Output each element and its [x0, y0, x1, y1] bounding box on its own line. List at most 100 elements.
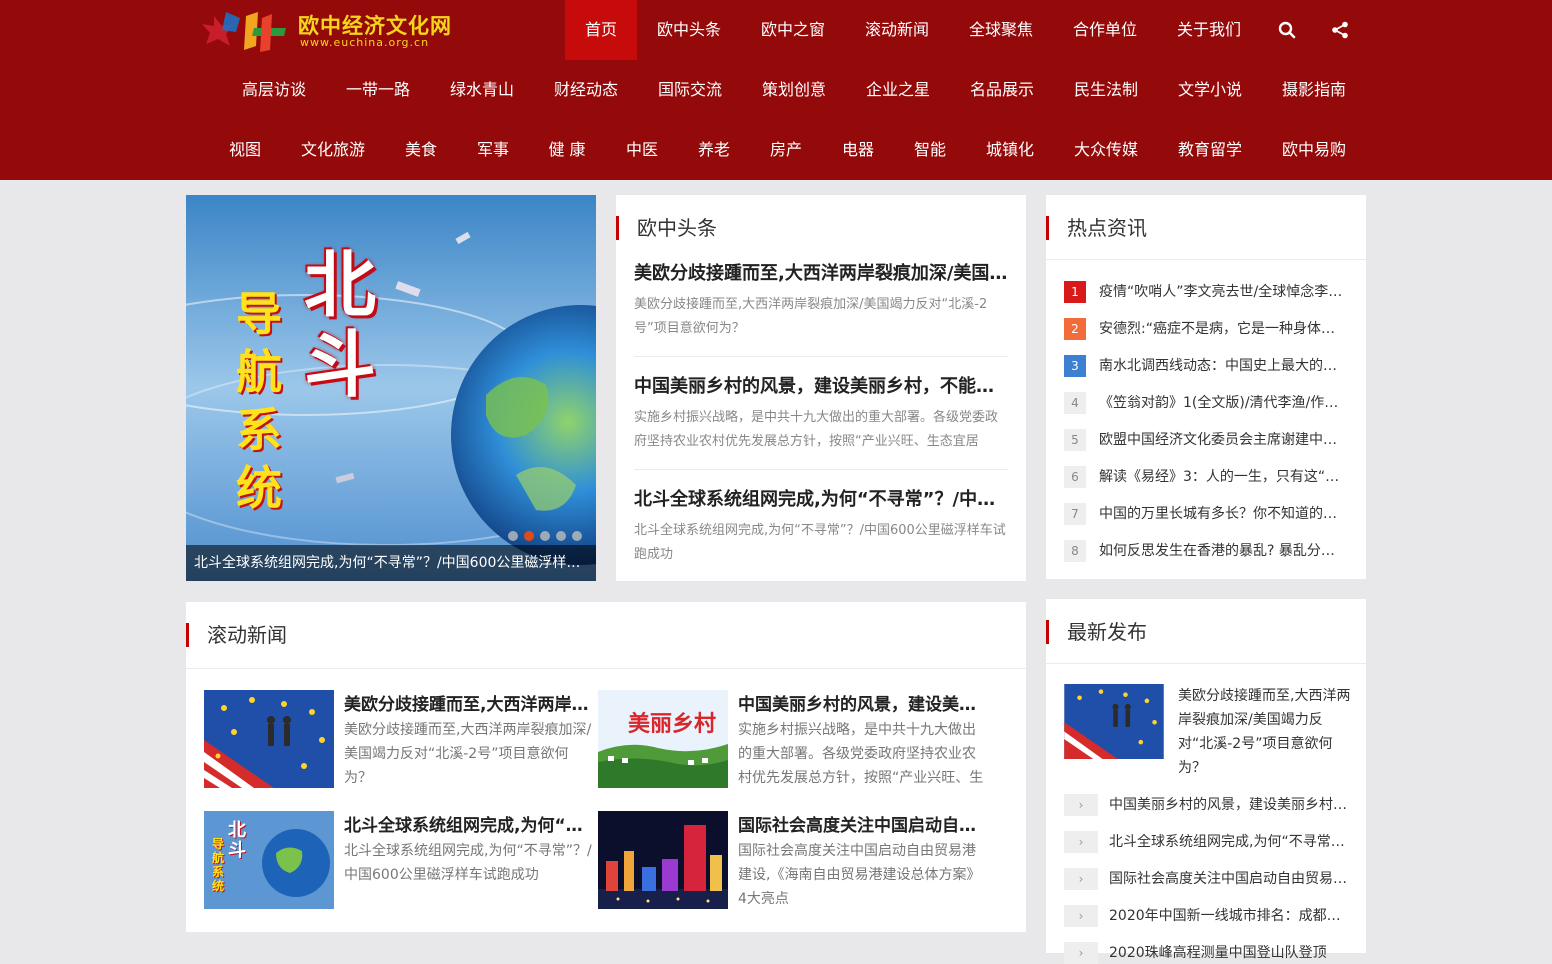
scroll-news-item[interactable]: 美欧分歧接踵而至,大西洋两岸裂痕加深 美欧分歧接踵而至,大西洋两岸裂痕加深/美国… [204, 690, 594, 790]
scroll-news-title-link[interactable]: 中国美丽乡村的风景，建设美丽乡村 [738, 690, 988, 715]
nav-shopping[interactable]: 欧中易购 [1282, 120, 1346, 180]
hot-news-text[interactable]: 疫情“吹哨人”李文亮去世/全球悼念李文亮 [1099, 281, 1344, 303]
nav-elderly-care[interactable]: 养老 [698, 120, 730, 180]
hot-news-item[interactable]: 7 中国的万里长城有多长？你不知道的长城秘密 [1064, 503, 1349, 525]
nav-tcm[interactable]: 中医 [626, 120, 658, 180]
slider-image-text-big: 北斗 [304, 243, 377, 407]
nav-international-exchange[interactable]: 国际交流 [658, 60, 722, 120]
nav-enterprise-stars[interactable]: 企业之星 [866, 60, 930, 120]
search-icon[interactable] [1277, 20, 1297, 40]
nav-appliances[interactable]: 电器 [842, 120, 874, 180]
hot-news-item[interactable]: 6 解读《易经》3：人的一生，只有这“三件事” [1064, 466, 1349, 488]
nav-photography[interactable]: 摄影指南 [1282, 60, 1346, 120]
headline-title[interactable]: 北斗全球系统组网完成,为何“不寻常”？/中国600公里磁浮样车试跑成功 [634, 485, 1008, 511]
headline-desc: 北斗全球系统组网完成,为何“不寻常”？/中国600公里磁浮样车试跑成功 [634, 523, 1006, 562]
latest-item-text[interactable]: 北斗全球系统组网完成,为何“不寻常”？ [1109, 831, 1349, 853]
latest-panel-title: 最新发布 [1046, 620, 1147, 644]
hot-news-text[interactable]: 安德烈:“癌症不是病，它是一种身体的自我保护” [1099, 318, 1344, 340]
nav-about[interactable]: 关于我们 [1157, 0, 1261, 60]
nav-creative[interactable]: 策划创意 [762, 60, 826, 120]
nav-food[interactable]: 美食 [405, 120, 437, 180]
latest-item-text[interactable]: 中国美丽乡村的风景，建设美丽乡村，不能忘记初心 [1109, 794, 1349, 816]
slider-dot-active[interactable] [524, 531, 534, 541]
nav-education[interactable]: 教育留学 [1178, 120, 1242, 180]
scroll-news-title-link[interactable]: 美欧分歧接踵而至,大西洋两岸裂痕加深 [344, 690, 594, 715]
latest-item-text[interactable]: 2020年中国新一线城市排名：成都领跑 [1109, 905, 1349, 927]
slider-dot[interactable] [508, 531, 518, 541]
rank-badge: 2 [1064, 318, 1086, 340]
beidou-thumbnail[interactable]: 北斗 导航系统 [204, 811, 334, 909]
latest-item[interactable]: › 2020年中国新一线城市排名：成都领跑 [1064, 905, 1354, 927]
latest-item[interactable]: › 中国美丽乡村的风景，建设美丽乡村，不能忘记初心 [1064, 794, 1354, 816]
nav-green-mountains[interactable]: 绿水青山 [450, 60, 514, 120]
slider-caption[interactable]: 北斗全球系统组网完成,为何“不寻常”？/中国600公里磁浮样车试跑成功 [186, 545, 596, 581]
nav-partners[interactable]: 合作单位 [1053, 0, 1157, 60]
latest-first-thumbnail[interactable] [1064, 684, 1164, 759]
nav-view[interactable]: 视图 [229, 120, 261, 180]
share-icon[interactable] [1330, 20, 1350, 40]
chevron-right-icon: › [1064, 831, 1098, 853]
nav-livelihood-law[interactable]: 民生法制 [1074, 60, 1138, 120]
hot-news-text[interactable]: 《笠翁对韵》1(全文版)/清代李渔/作者简介 [1099, 392, 1344, 414]
slider-dot[interactable] [556, 531, 566, 541]
nav-mass-media[interactable]: 大众传媒 [1074, 120, 1138, 180]
nav-finance[interactable]: 财经动态 [554, 60, 618, 120]
hot-news-item[interactable]: 3 南水北调西线动态：中国史上最大的水利工程 [1064, 355, 1349, 377]
site-header: 欧中经济文化网 www.euchina.org.cn 首页 欧中头条 欧中之窗 … [0, 0, 1552, 180]
latest-item[interactable]: › 国际社会高度关注中国启动自由贸易港建设 [1064, 868, 1354, 890]
hot-news-item[interactable]: 1 疫情“吹哨人”李文亮去世/全球悼念李文亮 [1064, 281, 1349, 303]
chevron-right-icon: › [1064, 942, 1098, 964]
nav-global-focus[interactable]: 全球聚焦 [949, 0, 1053, 60]
nav-brands[interactable]: 名品展示 [970, 60, 1034, 120]
rank-badge: 7 [1064, 503, 1086, 525]
nav-military[interactable]: 军事 [477, 120, 509, 180]
nav-headlines[interactable]: 欧中头条 [637, 0, 741, 60]
nav-urbanization[interactable]: 城镇化 [986, 120, 1034, 180]
panel-divider [1046, 663, 1366, 664]
hot-news-text[interactable]: 中国的万里长城有多长？你不知道的长城秘密 [1099, 503, 1344, 525]
latest-item[interactable]: › 2020珠峰高程测量中国登山队登顶 [1064, 942, 1354, 964]
nav-literature[interactable]: 文学小说 [1178, 60, 1242, 120]
latest-item[interactable]: › 北斗全球系统组网完成,为何“不寻常”？ [1064, 831, 1354, 853]
slider-image-text-vertical: 导航系统 [236, 287, 282, 515]
scroll-news-title-link[interactable]: 北斗全球系统组网完成,为何“不寻常” [344, 811, 594, 836]
nav-real-estate[interactable]: 房产 [770, 120, 802, 180]
latest-item-text[interactable]: 2020珠峰高程测量中国登山队登顶 [1109, 942, 1349, 964]
latest-first-text[interactable]: 美欧分歧接踵而至,大西洋两岸裂痕加深/美国竭力反对“北溪-2号”项目意欲何为？ [1178, 684, 1353, 780]
rank-badge: 6 [1064, 466, 1086, 488]
hot-news-title: 热点资讯 [1046, 216, 1147, 240]
hot-news-item[interactable]: 2 安德烈:“癌症不是病，它是一种身体的自我保护” [1064, 318, 1349, 340]
hot-news-text[interactable]: 如何反思发生在香港的暴乱? 暴乱分子的下场 [1099, 540, 1344, 562]
nav-culture-travel[interactable]: 文化旅游 [301, 120, 365, 180]
nav-belt-road[interactable]: 一带一路 [346, 60, 410, 120]
scroll-news-item[interactable]: 国际社会高度关注中国启动自由贸易港建设 国际社会高度关注中国启动自由贸易港建设,… [598, 811, 988, 911]
nav-scroll-news[interactable]: 滚动新闻 [845, 0, 949, 60]
scroll-news-item[interactable]: 北斗 导航系统 北斗全球系统组网完成,为何“不寻常” 北斗全球系统组网完成,为何… [204, 811, 594, 911]
featured-slider[interactable]: 北斗 导航系统 北斗全球系统组网完成,为何“不寻常”？/中国600公里磁浮样车试… [186, 195, 596, 581]
latest-item-text[interactable]: 国际社会高度关注中国启动自由贸易港建设 [1109, 868, 1349, 890]
hot-news-item[interactable]: 5 欧盟中国经济文化委员会主席谢建中先生 [1064, 429, 1349, 451]
headlines-panel: 欧中头条 美欧分歧接踵而至,大西洋两岸裂痕加深/美国竭力反对“北溪-2号”项目意… [616, 195, 1026, 581]
village-thumbnail[interactable]: 美丽乡村 [598, 690, 728, 788]
category-nav-row-1: 高层访谈 一带一路 绿水青山 财经动态 国际交流 策划创意 企业之星 名品展示 … [0, 60, 1552, 120]
headline-title[interactable]: 美欧分歧接踵而至,大西洋两岸裂痕加深/美国竭力反对“北溪-2号”项目意欲何为？ [634, 259, 1008, 285]
city-night-thumbnail[interactable] [598, 811, 728, 909]
slider-dot[interactable] [572, 531, 582, 541]
slider-dot[interactable] [540, 531, 550, 541]
hot-news-text[interactable]: 欧盟中国经济文化委员会主席谢建中先生 [1099, 429, 1344, 451]
hot-news-text[interactable]: 解读《易经》3：人的一生，只有这“三件事” [1099, 466, 1344, 488]
scroll-news-title-link[interactable]: 国际社会高度关注中国启动自由贸易港建设 [738, 811, 988, 836]
hot-news-item[interactable]: 4 《笠翁对韵》1(全文版)/清代李渔/作者简介 [1064, 392, 1349, 414]
headline-desc: 实施乡村振兴战略，是中共十九大做出的重大部署。各级党委政府坚持农业农村优先发展总… [634, 410, 999, 449]
hot-news-text[interactable]: 南水北调西线动态：中国史上最大的水利工程 [1099, 355, 1344, 377]
nav-health[interactable]: 健 康 [548, 120, 585, 180]
nav-high-level-interview[interactable]: 高层访谈 [242, 60, 306, 120]
hot-news-item[interactable]: 8 如何反思发生在香港的暴乱? 暴乱分子的下场 [1064, 540, 1349, 562]
scroll-news-item[interactable]: 美丽乡村 中国美丽乡村的风景，建设美丽乡村 实施乡村振兴战略，是中共十九大做出的… [598, 690, 988, 790]
eu-flag-thumbnail[interactable] [204, 690, 334, 788]
nav-home[interactable]: 首页 [565, 0, 637, 60]
site-logo[interactable]: 欧中经济文化网 www.euchina.org.cn [196, 4, 476, 56]
nav-window[interactable]: 欧中之窗 [741, 0, 845, 60]
nav-smart[interactable]: 智能 [914, 120, 946, 180]
headline-title[interactable]: 中国美丽乡村的风景，建设美丽乡村，不能忘记初心 [634, 372, 1008, 398]
